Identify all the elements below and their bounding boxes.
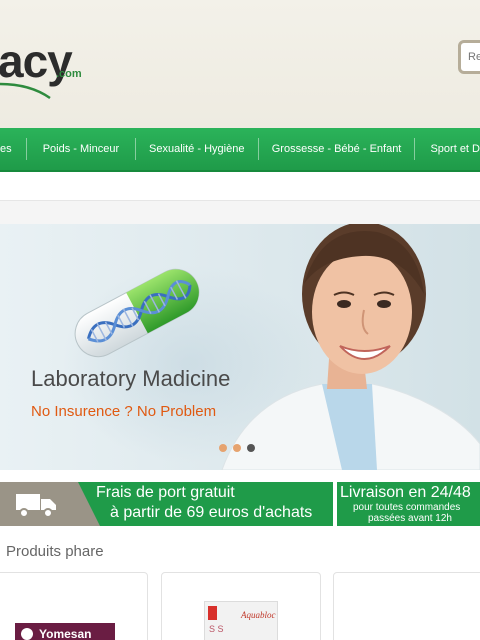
doctor-woman-image: [221, 224, 480, 470]
logo-swoosh-icon: [0, 82, 51, 100]
free-shipping-line2: à partir de 69 euros d'achats: [110, 504, 313, 521]
banner-subtitle: No Insurence ? No Problem: [31, 403, 217, 420]
product-card[interactable]: S S Aquabloc: [161, 572, 321, 640]
nav-item-grossesse-bebe-enfant[interactable]: Grossesse - Bébé - Enfant: [259, 128, 415, 170]
carousel-dots: [219, 444, 255, 452]
free-shipping-banner[interactable]: Frais de port gratuit à partir de 69 eur…: [0, 482, 333, 526]
dna-capsule-icon: [74, 268, 200, 358]
product-image-yomesan: Yomesan: [15, 623, 115, 640]
main-nav: es Poids - Minceur Sexualité - Hygiène G…: [0, 128, 480, 172]
sub-nav-strip: [0, 200, 480, 224]
delivery-subtitle-2: passées avant 12h: [368, 513, 452, 524]
carousel-dot-2[interactable]: [233, 444, 241, 452]
product-package-side-text: S S: [209, 624, 224, 634]
nav-item-poids-minceur[interactable]: Poids - Minceur: [27, 128, 135, 170]
featured-products-title: Produits phare: [6, 543, 104, 560]
bayer-logo-icon: [21, 628, 33, 640]
product-brand: Aquabloc: [241, 610, 276, 620]
carousel-dot-3[interactable]: [247, 444, 255, 452]
product-image-aquabloc: S S Aquabloc: [204, 601, 278, 640]
product-card[interactable]: [333, 572, 480, 640]
product-package-mark: [208, 606, 217, 620]
truck-icon: [16, 494, 56, 518]
site-header: acy .com: [0, 0, 480, 128]
nav-item-sexualite-hygiene[interactable]: Sexualité - Hygiène: [136, 128, 258, 170]
page: acy .com es Poids - Minceur Sexualité - …: [0, 0, 480, 640]
search-input[interactable]: [461, 43, 480, 71]
banner-title: Laboratory Madicine: [31, 366, 231, 391]
nav-item-sport[interactable]: Sport et D: [415, 128, 480, 170]
search-box[interactable]: [458, 40, 480, 74]
delivery-banner[interactable]: Livraison en 24/48 pour toutes commandes…: [337, 482, 480, 526]
product-brand: Yomesan: [39, 627, 92, 640]
hero-banner[interactable]: Laboratory Madicine No Insurence ? No Pr…: [0, 224, 480, 470]
free-shipping-line1: Frais de port gratuit: [96, 484, 235, 501]
delivery-title: Livraison en 24/48: [340, 484, 471, 501]
logo-suffix: .com: [56, 68, 82, 80]
nav-item-partial[interactable]: es: [0, 128, 26, 170]
delivery-subtitle-1: pour toutes commandes: [353, 502, 461, 513]
carousel-dot-1[interactable]: [219, 444, 227, 452]
product-card[interactable]: Yomesan: [0, 572, 148, 640]
